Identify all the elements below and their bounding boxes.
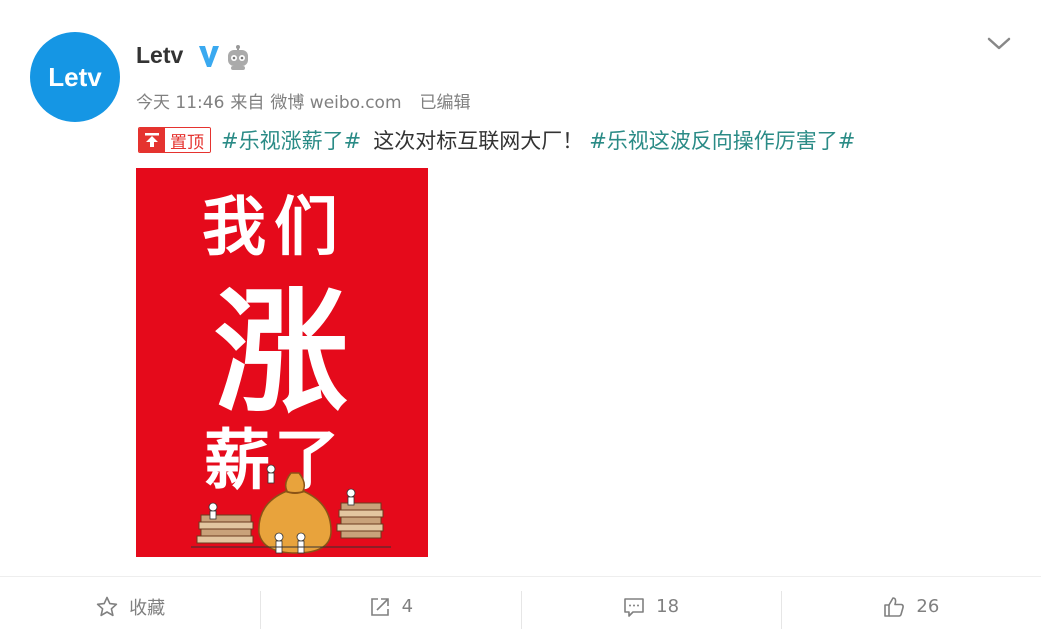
image-text-line2: 涨 xyxy=(214,275,349,431)
avatar[interactable]: Letv xyxy=(30,32,120,122)
action-bar: 收藏 4 18 26 xyxy=(0,577,1041,636)
username[interactable]: Letv xyxy=(136,42,183,69)
post-text: 置顶 #乐视涨薪了# 这次对标互联网大厂！ #乐视这波反向操作厉害了# xyxy=(138,125,855,155)
verified-v-icon xyxy=(199,46,219,67)
chevron-down-icon[interactable] xyxy=(985,31,1013,55)
post-source[interactable]: 微博 weibo.com xyxy=(270,93,401,113)
hashtag-link-2[interactable]: #乐视这波反向操作厉害了# xyxy=(589,125,855,155)
like-button[interactable]: 26 xyxy=(780,577,1041,636)
favorite-button[interactable]: 收藏 xyxy=(0,577,260,636)
post-body-text: 这次对标互联网大厂！ xyxy=(373,129,584,153)
weibo-post-card: Letv Letv 今天 11:46 来自 微博 weibo.com 已编辑 置顶 xyxy=(0,0,1041,636)
star-icon xyxy=(96,596,118,616)
comment-button[interactable]: 18 xyxy=(520,577,781,636)
image-text-line1: 我们 xyxy=(202,191,346,265)
share-icon xyxy=(370,597,389,616)
pinned-badge: 置顶 xyxy=(138,127,211,153)
avatar-logo: Letv xyxy=(48,61,102,92)
favorite-label: 收藏 xyxy=(129,597,166,619)
comment-count: 18 xyxy=(656,596,680,617)
post-image[interactable]: 我们 涨 薪了 xyxy=(136,168,428,557)
pin-icon xyxy=(139,128,165,152)
robot-icon xyxy=(228,45,248,70)
thumbs-up-icon xyxy=(884,596,905,617)
post-meta: 今天 11:46 来自 微博 weibo.com 已编辑 xyxy=(136,88,477,113)
repost-button[interactable]: 4 xyxy=(260,577,520,636)
like-count: 26 xyxy=(916,596,940,617)
edited-label[interactable]: 已编辑 xyxy=(420,93,471,113)
comment-icon xyxy=(624,597,644,617)
post-time[interactable]: 今天 11:46 xyxy=(136,93,224,113)
source-prefix: 来自 xyxy=(230,93,265,113)
money-bag-illustration xyxy=(191,464,391,554)
hashtag-link-1[interactable]: #乐视涨薪了# xyxy=(221,125,361,155)
pin-label: 置顶 xyxy=(165,128,210,152)
repost-count: 4 xyxy=(401,596,414,617)
